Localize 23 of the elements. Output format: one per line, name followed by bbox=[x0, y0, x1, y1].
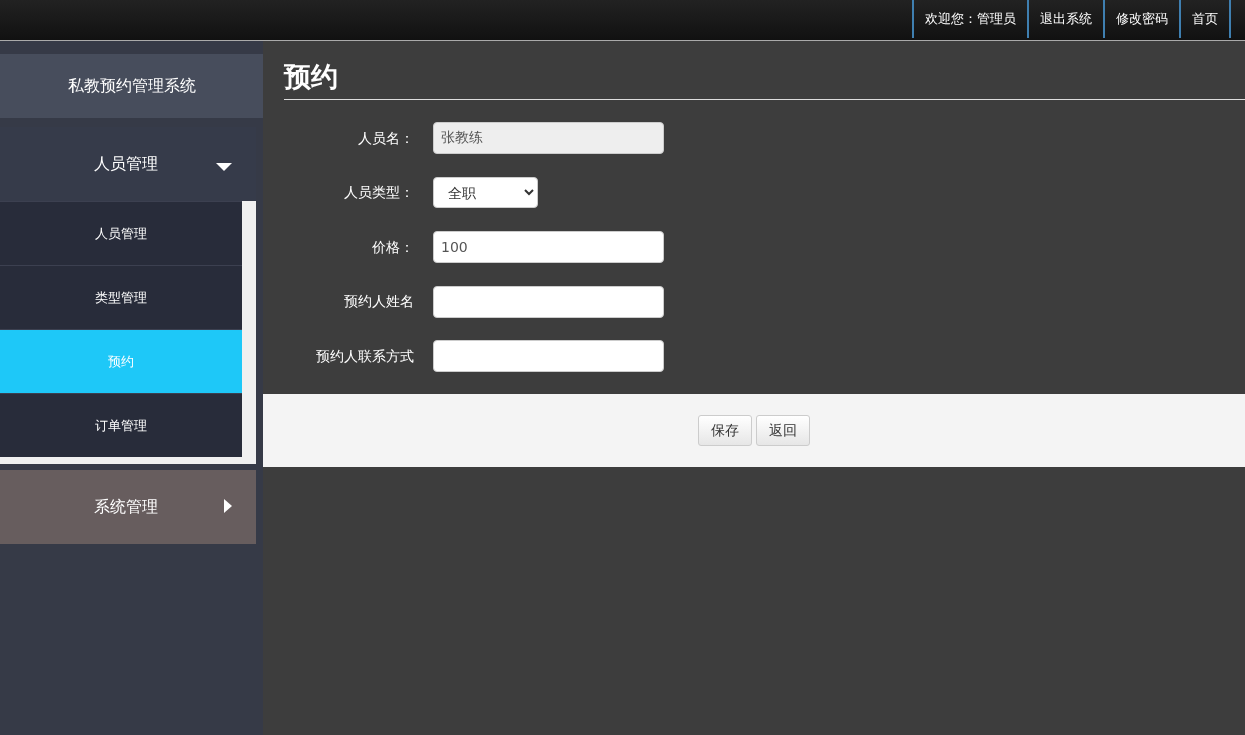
input-field[interactable] bbox=[433, 340, 664, 373]
menu-group-header[interactable]: 系统管理 bbox=[0, 470, 256, 544]
save-button[interactable]: 保存 bbox=[698, 415, 753, 447]
submenu-item[interactable]: 类型管理 bbox=[0, 265, 242, 329]
submenu-item[interactable]: 订单管理 bbox=[0, 393, 242, 457]
nav-link[interactable]: 退出系统 bbox=[1027, 0, 1103, 38]
caret-right-icon bbox=[224, 499, 232, 513]
type-select[interactable]: 全职 bbox=[433, 177, 538, 209]
nav-link[interactable]: 修改密码 bbox=[1103, 0, 1179, 38]
field-label: 人员名： bbox=[357, 128, 415, 148]
caret-down-icon bbox=[216, 163, 232, 171]
submenu-item[interactable]: 人员管理 bbox=[0, 201, 242, 265]
field-label: 预约人联系方式 bbox=[315, 346, 415, 366]
welcome-text: 欢迎您：管理员 bbox=[912, 0, 1027, 38]
input-field[interactable]: 100 bbox=[433, 231, 664, 264]
brand-title: 私教预约管理系统 bbox=[0, 54, 263, 118]
input-field[interactable] bbox=[433, 285, 664, 318]
page-title: 预约 bbox=[284, 61, 1245, 101]
back-button[interactable]: 返回 bbox=[755, 415, 810, 447]
field-label: 预约人姓名 bbox=[343, 292, 415, 312]
field-label: 人员类型： bbox=[343, 183, 415, 203]
nav-link[interactable]: 首页 bbox=[1179, 0, 1231, 38]
field-label: 价格： bbox=[371, 237, 415, 257]
